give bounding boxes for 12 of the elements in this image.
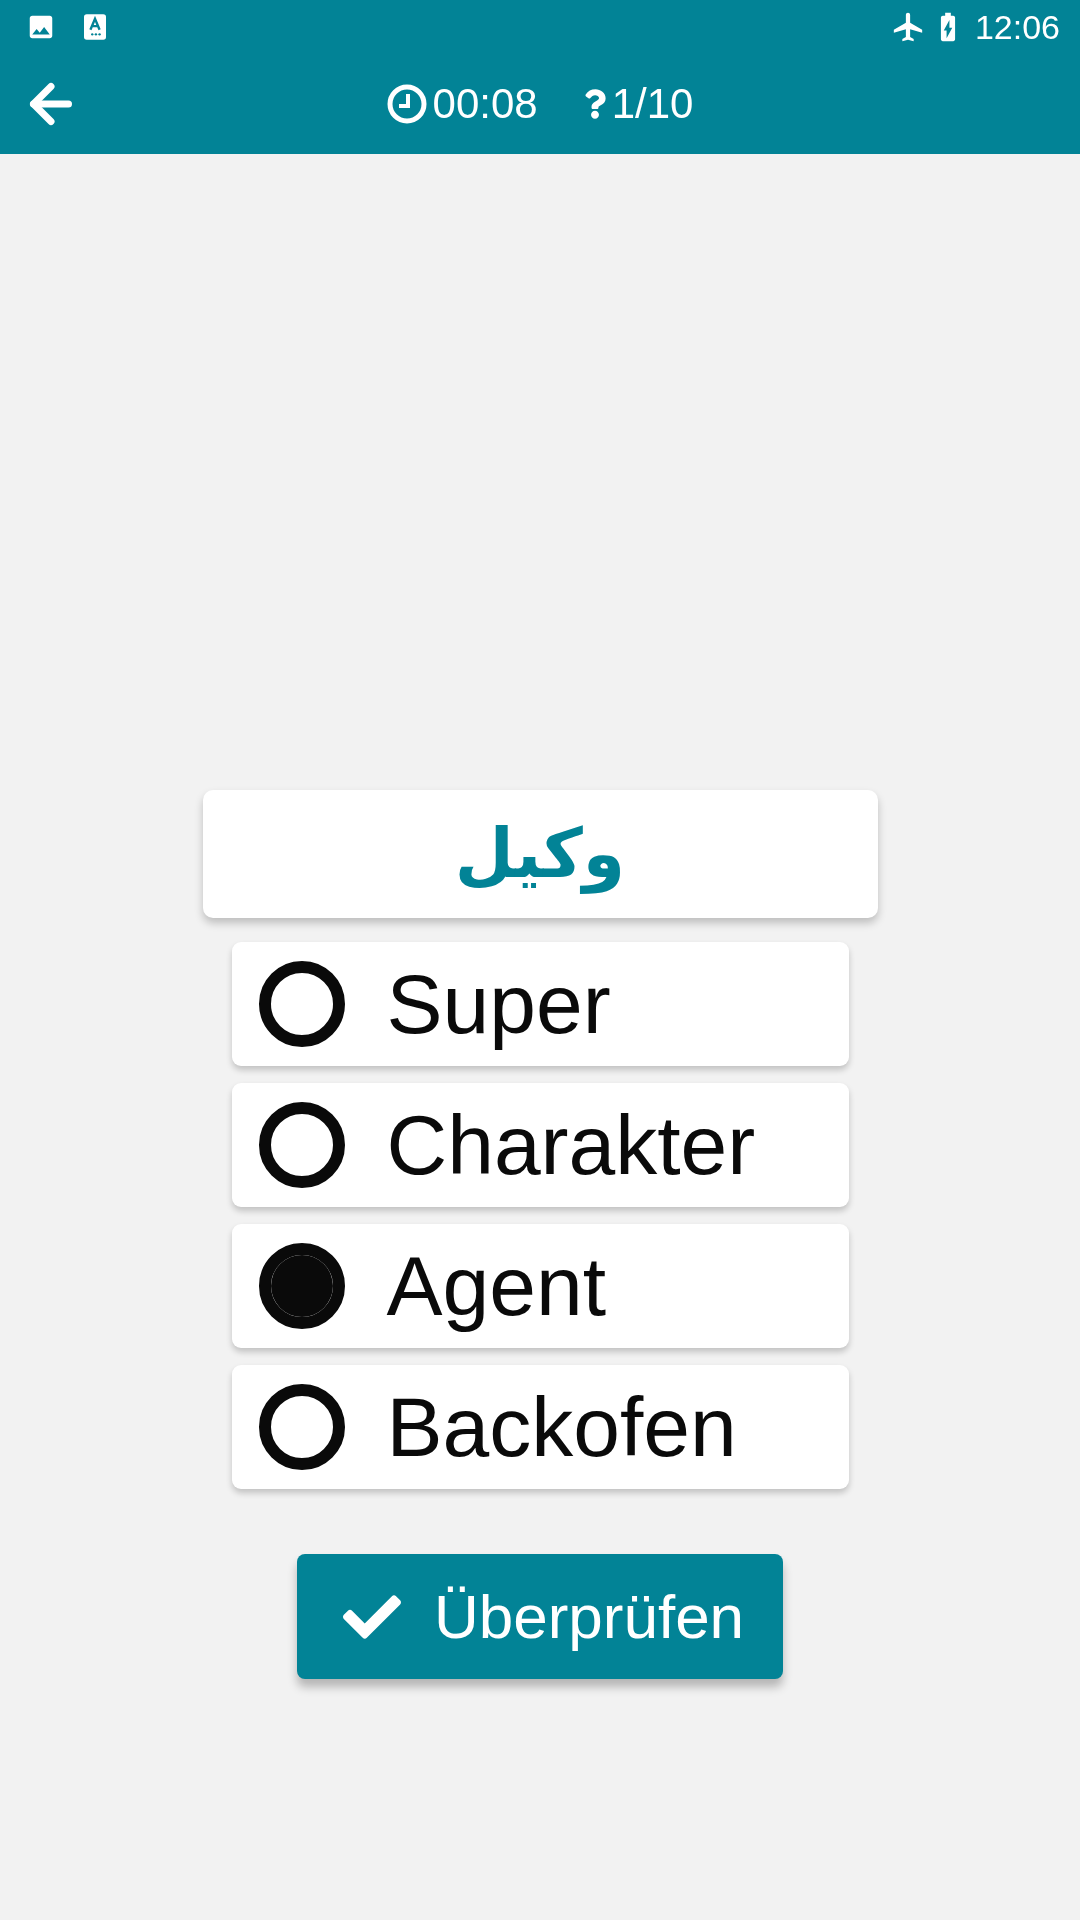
question-icon xyxy=(583,88,606,120)
timer-text: 00:08 xyxy=(432,83,538,125)
answer-option[interactable]: Super xyxy=(231,942,849,1066)
status-time: 12:06 xyxy=(974,10,1060,44)
clock-icon xyxy=(386,84,427,124)
answer-option[interactable]: Agent xyxy=(231,1224,849,1348)
answer-option[interactable]: Backofen xyxy=(231,1365,849,1489)
question-counter: 1/10 xyxy=(611,83,694,125)
letter-tile-icon xyxy=(84,14,106,40)
check-button[interactable]: Überprüfen xyxy=(297,1554,783,1679)
arabic-word: وكيل xyxy=(453,812,627,896)
answer-option[interactable]: Charakter xyxy=(231,1083,849,1207)
